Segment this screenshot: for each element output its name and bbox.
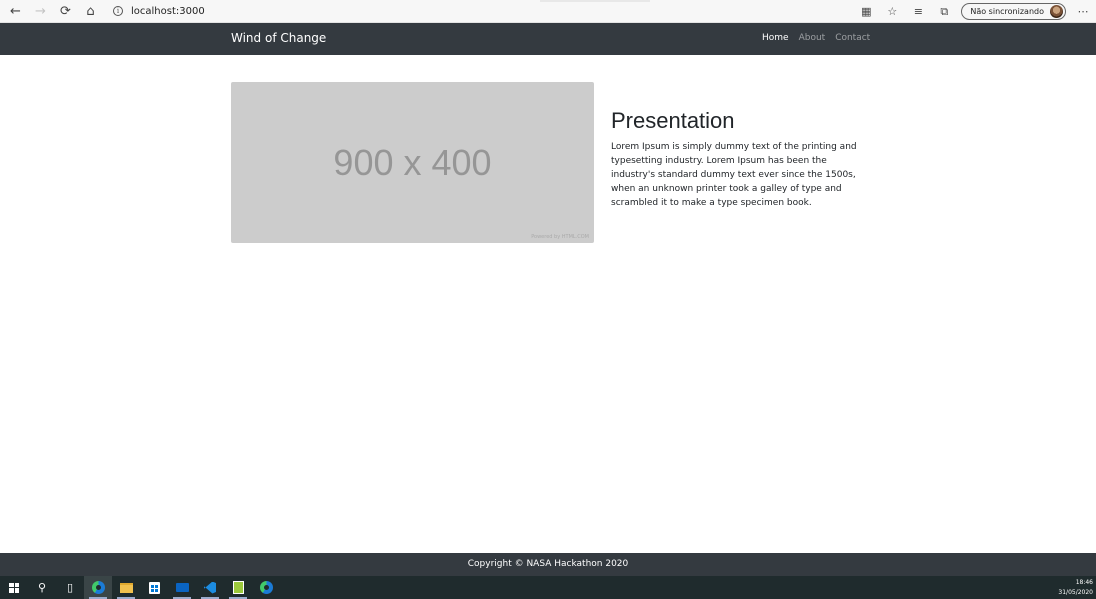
file-explorer-icon[interactable] — [112, 576, 140, 599]
presentation-title: Presentation — [611, 108, 735, 133]
nav-links: Home About Contact — [762, 33, 870, 43]
more-options-icon[interactable]: ⋯ — [1070, 5, 1096, 18]
collections-icon[interactable]: ⧉ — [931, 5, 957, 19]
profile-sync-button[interactable]: Não sincronizando — [961, 3, 1066, 20]
read-aloud-icon[interactable]: ▦ — [853, 5, 879, 18]
system-clock[interactable]: 18:46 31/05/2020 — [1058, 578, 1093, 598]
store-icon[interactable] — [140, 576, 168, 599]
footer-copyright: Copyright © NASA Hackathon 2020 — [467, 559, 629, 569]
edge-dev-taskbar-icon[interactable] — [252, 576, 280, 599]
task-view-icon[interactable]: ▯ — [56, 576, 84, 599]
notepad-icon[interactable] — [224, 576, 252, 599]
forward-arrow-icon[interactable]: → — [28, 0, 53, 23]
placeholder-image: 900 x 400 Powered by HTML.COM — [231, 82, 594, 243]
profile-avatar — [1050, 5, 1063, 18]
placeholder-credit: Powered by HTML.COM — [531, 234, 589, 240]
nav-link-about[interactable]: About — [799, 33, 826, 43]
site-footer: Copyright © NASA Hackathon 2020 — [0, 553, 1096, 576]
brand-link[interactable]: Wind of Change — [231, 31, 326, 45]
nav-link-contact[interactable]: Contact — [835, 33, 870, 43]
tab-strip-indicator — [540, 0, 650, 2]
refresh-icon[interactable]: ⟳ — [53, 0, 78, 23]
windows-taskbar: ⚲ ▯ 18:46 31/05/2020 — [0, 576, 1096, 599]
favorite-star-icon[interactable]: ☆ — [879, 5, 905, 18]
clock-time: 18:46 — [1075, 579, 1093, 586]
home-icon[interactable]: ⌂ — [78, 0, 103, 23]
presentation-section: Presentation Lorem Ipsum is simply dummy… — [611, 108, 866, 210]
nav-link-home[interactable]: Home — [762, 33, 789, 43]
site-navbar: Wind of Change Home About Contact — [0, 23, 1096, 55]
clock-date: 31/05/2020 — [1058, 589, 1093, 596]
search-icon[interactable]: ⚲ — [28, 576, 56, 599]
browser-right-tools: ▦ ☆ ≡ ⧉ Não sincronizando ⋯ — [853, 0, 1096, 23]
vscode-icon[interactable] — [196, 576, 224, 599]
back-arrow-icon[interactable]: ← — [3, 0, 28, 23]
sync-status-label: Não sincronizando — [970, 7, 1044, 16]
presentation-body: Lorem Ipsum is simply dummy text of the … — [611, 142, 857, 208]
site-info-icon[interactable]: i — [113, 6, 123, 16]
placeholder-dimensions: 900 x 400 — [333, 142, 492, 183]
mail-icon[interactable] — [168, 576, 196, 599]
browser-toolbar: ← → ⟳ ⌂ i localhost:3000 ▦ ☆ ≡ ⧉ Não sin… — [0, 0, 1096, 23]
favorites-list-icon[interactable]: ≡ — [905, 5, 931, 18]
url-text[interactable]: localhost:3000 — [131, 6, 205, 17]
edge-taskbar-icon[interactable] — [84, 576, 112, 599]
address-bar[interactable]: i localhost:3000 — [113, 0, 205, 23]
windows-start-icon[interactable] — [0, 576, 28, 599]
